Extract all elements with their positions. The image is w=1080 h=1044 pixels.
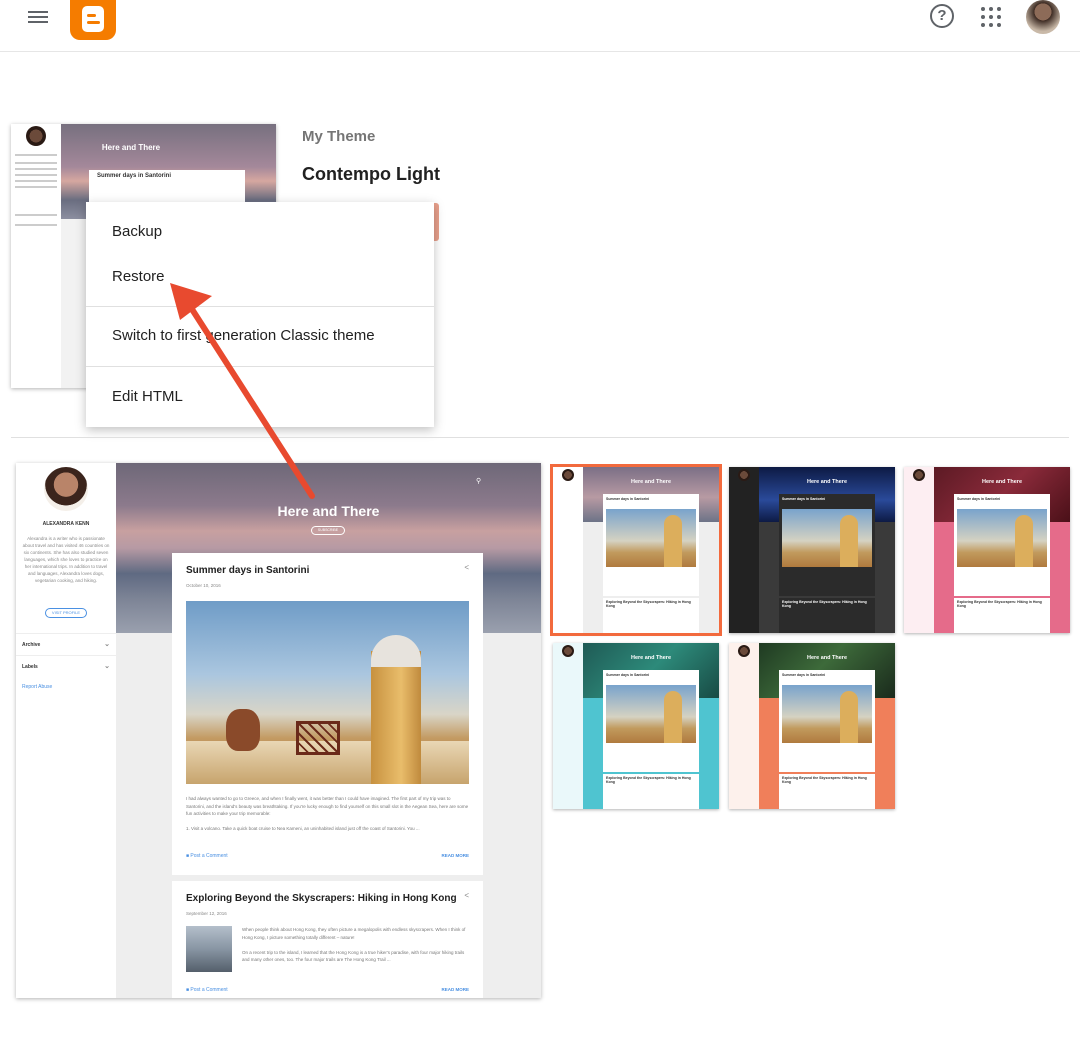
post-excerpt: When people think about Hong Kong, they … <box>242 927 466 962</box>
menu-item-restore[interactable]: Restore <box>86 255 434 299</box>
top-app-bar: ? <box>0 0 1080 52</box>
post-comment-link: ■ Post a Comment <box>186 853 228 859</box>
menu-item-switch-classic[interactable]: Switch to first generation Classic theme <box>86 314 434 358</box>
menu-item-edit-html[interactable]: Edit HTML <box>86 375 434 419</box>
theme-preview-large: ALEXANDRA KENN Alexandra is a writer who… <box>16 463 541 998</box>
section-divider <box>11 437 1069 438</box>
theme-thumbnail-teal[interactable]: Here and There Summer days in Santorini … <box>553 643 719 809</box>
author-photo <box>26 126 46 146</box>
post-comment-link: ■ Post a Comment <box>186 987 228 993</box>
theme-thumbnail-dark[interactable]: Here and There Summer days in Santorini … <box>729 467 895 633</box>
labels-label: Labels <box>22 664 38 670</box>
apps-grid-icon[interactable] <box>981 7 1001 27</box>
menu-divider <box>86 306 434 307</box>
preview-sidebar <box>11 124 61 388</box>
theme-label: My Theme <box>302 128 376 145</box>
theme-thumbnail-pink[interactable]: Here and There Summer days in Santorini … <box>904 467 1070 633</box>
post-image <box>186 926 232 972</box>
chevron-down-icon: ⌄ <box>104 663 110 670</box>
blogger-logo[interactable] <box>70 0 116 40</box>
account-avatar[interactable] <box>1026 0 1060 34</box>
post-image <box>186 601 469 784</box>
share-icon: < <box>464 891 469 900</box>
search-icon: ⚲ <box>476 478 482 485</box>
theme-thumbnail-contempo[interactable]: Here and There Summer days in Santorini … <box>550 464 722 636</box>
post-excerpt: I had always wanted to go to Greece, and… <box>186 796 469 831</box>
theme-name: Contempo Light <box>302 164 440 184</box>
post-card: Exploring Beyond the Skyscrapers: Hiking… <box>172 881 483 998</box>
read-more-link: READ MORE <box>441 853 469 858</box>
author-name: ALEXANDRA KENN <box>42 521 90 527</box>
archive-label: Archive <box>22 642 41 648</box>
read-more-link: READ MORE <box>441 987 469 992</box>
author-bio: Alexandra is a writer who is passionate … <box>22 536 110 583</box>
visit-profile-button: VISIT PROFILE <box>45 608 87 618</box>
theme-options-menu: Backup Restore Switch to first generatio… <box>86 202 434 427</box>
author-photo <box>44 467 88 511</box>
post-date: October 10, 2016 <box>186 583 221 588</box>
theme-thumbnail-coral[interactable]: Here and There Summer days in Santorini … <box>729 643 895 809</box>
post-title: Exploring Beyond the Skyscrapers: Hiking… <box>186 893 457 904</box>
help-icon[interactable]: ? <box>930 4 954 28</box>
preview-blog-title: Here and There <box>277 503 380 519</box>
menu-item-backup[interactable]: Backup <box>86 210 434 254</box>
labels-row: Labels ⌄ <box>16 655 116 677</box>
share-icon: < <box>464 563 469 572</box>
archive-row: Archive ⌄ <box>16 633 116 655</box>
subscribe-button: SUBSCRIBE <box>311 526 345 535</box>
preview-post-title: Summer days in Santorini <box>97 173 172 179</box>
menu-icon[interactable] <box>28 8 52 28</box>
report-abuse-link: Report Abuse <box>22 684 53 690</box>
preview-sidebar: ALEXANDRA KENN Alexandra is a writer who… <box>16 463 116 998</box>
post-date: September 12, 2016 <box>186 911 227 916</box>
post-card: Summer days in Santorini October 10, 201… <box>172 553 483 875</box>
menu-divider <box>86 366 434 367</box>
chevron-down-icon: ⌄ <box>104 641 110 648</box>
post-title: Summer days in Santorini <box>186 565 310 576</box>
preview-blog-title: Here and There <box>101 143 161 152</box>
